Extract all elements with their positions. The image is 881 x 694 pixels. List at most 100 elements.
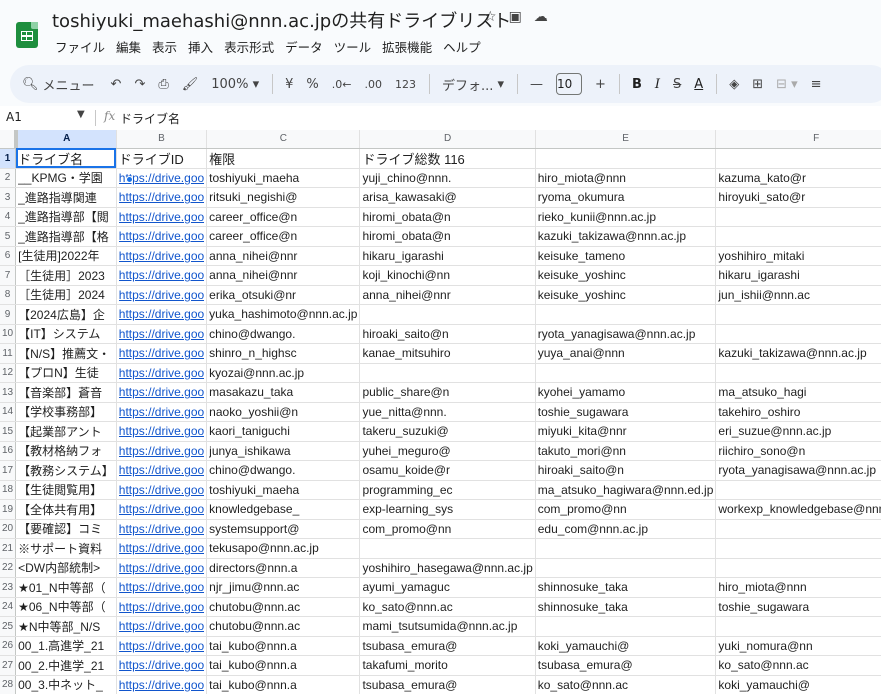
row-header[interactable]: 13 [0,382,17,403]
menu-edit[interactable]: 編集 [116,37,141,56]
row-header[interactable]: 16 [0,441,17,461]
table-cell[interactable]: anna_nihei@nnr [206,246,361,266]
row-header[interactable]: 15 [0,421,17,442]
row-header[interactable]: 27 [0,655,17,676]
table-cell[interactable] [715,538,881,559]
table-cell[interactable]: yuka_hashimoto@nnn.ac.jp [206,304,361,325]
table-cell[interactable]: ［生徒用］2023 [15,265,117,286]
row-header[interactable]: 11 [0,343,17,364]
table-cell[interactable]: public_share@n [359,382,536,403]
table-cell[interactable]: hiro_miota@nnn [535,168,717,188]
table-cell[interactable]: 【起業部アント [15,421,117,442]
table-cell[interactable] [359,538,536,559]
table-cell[interactable]: takafumi_morito [359,655,536,676]
table-cell[interactable]: https://drive.goo [116,655,208,676]
table-cell[interactable]: yuji_chino@nnn. [359,168,536,188]
row-header[interactable]: 26 [0,636,17,656]
table-cell[interactable]: jun_ishii@nnn.ac [715,285,881,305]
text-color-button[interactable]: A [694,77,703,92]
table-cell[interactable]: https://drive.goo [116,558,208,578]
table-cell[interactable]: 【教材格納フォ [15,441,117,461]
row-header[interactable]: 10 [0,324,17,344]
table-cell[interactable]: https://drive.goo [116,538,208,559]
table-cell[interactable]: ayumi_yamaguc [359,577,536,598]
borders-icon[interactable]: ⊞ [752,77,763,92]
bold-button[interactable]: B [632,77,642,92]
table-cell[interactable]: chutobu@nnn.ac [206,597,361,617]
table-cell[interactable]: 権限 [206,148,361,169]
table-cell[interactable]: knowledgebase_ [206,499,361,520]
align-icon[interactable]: ≡ [811,77,822,92]
row-header[interactable]: 9 [0,304,17,325]
table-cell[interactable] [715,226,881,247]
row-header[interactable]: 7 [0,265,17,286]
table-cell[interactable] [715,304,881,325]
row-header[interactable]: 23 [0,577,17,598]
table-cell[interactable]: com_promo@nn [535,499,717,520]
menu-insert[interactable]: 挿入 [188,37,213,56]
table-cell[interactable]: programming_ec [359,480,536,500]
table-cell[interactable]: https://drive.goo [116,226,208,247]
table-cell[interactable]: shinnosuke_taka [535,577,717,598]
table-cell[interactable]: 【要確認】コミ [15,519,117,539]
row-header[interactable]: 4 [0,207,17,227]
italic-button[interactable]: I [655,77,660,92]
table-cell[interactable]: tai_kubo@nnn.a [206,636,361,656]
table-cell[interactable]: ドライブ名 [15,148,117,169]
table-cell[interactable] [715,616,881,637]
table-cell[interactable]: tsubasa_emura@ [535,655,717,676]
table-cell[interactable]: 00_3.中ネット_ [15,675,117,694]
select-all-corner[interactable] [0,130,18,149]
table-cell[interactable]: koki_yamauchi@ [535,636,717,656]
table-cell[interactable]: koji_kinochi@nn [359,265,536,286]
decrease-font-size-button[interactable]: — [530,77,543,92]
table-cell[interactable]: ryota_yanagisawa@nnn.ac.jp [535,324,717,344]
table-cell[interactable]: hiromi_obata@n [359,207,536,227]
table-cell[interactable]: mami_tsutsumida@nnn.ac.jp [359,616,536,637]
table-cell[interactable] [359,363,536,383]
table-cell[interactable]: [生徒用]2022年 [15,246,117,266]
table-cell[interactable] [715,480,881,500]
column-header[interactable]: A [15,130,117,149]
menu-tools[interactable]: ツール [334,37,372,56]
table-cell[interactable]: yuhei_meguro@ [359,441,536,461]
table-cell[interactable]: chino@dwango. [206,324,361,344]
undo-icon[interactable]: ↶ [111,77,122,92]
table-cell[interactable]: riichiro_sono@n [715,441,881,461]
table-cell[interactable]: tekusapo@nnn.ac.jp [206,538,361,559]
currency-format-button[interactable]: ¥ [285,77,293,92]
table-cell[interactable]: 00_1.高進学_21 [15,636,117,656]
table-cell[interactable] [715,558,881,578]
menu-view[interactable]: 表示 [152,37,177,56]
table-cell[interactable]: 【IT】システム [15,324,117,344]
table-cell[interactable]: exp-learning_sys [359,499,536,520]
table-cell[interactable]: ★06_N中等部（ [15,597,117,617]
table-cell[interactable]: _進路指導部【閲 [15,207,117,227]
table-cell[interactable]: anna_nihei@nnr [206,265,361,286]
table-cell[interactable]: https://drive.goo [116,343,208,364]
table-cell[interactable]: career_office@n [206,207,361,227]
menu-format[interactable]: 表示形式 [224,37,274,56]
zoom-select[interactable]: 100% ▾ [211,77,259,92]
table-cell[interactable] [535,304,717,325]
row-header[interactable]: 8 [0,285,17,305]
table-cell[interactable]: ma_atsuko_hagiwara@nnn.ed.jp [535,480,717,500]
table-cell[interactable]: _進路指導関連 [15,187,117,208]
row-header[interactable]: 21 [0,538,17,559]
table-cell[interactable]: yoshihiro_hasegawa@nnn.ac.jp [359,558,536,578]
number-format-button[interactable]: 123 [395,78,416,91]
menu-file[interactable]: ファイル [55,37,105,56]
row-header[interactable]: 6 [0,246,17,266]
table-cell[interactable]: osamu_koide@r [359,460,536,481]
table-cell[interactable]: https://drive.goo [116,324,208,344]
row-header[interactable]: 28 [0,675,17,694]
table-cell[interactable] [535,616,717,637]
table-cell[interactable]: yue_nitta@nnn. [359,402,536,422]
document-title[interactable]: toshiyuki_maehashi@nnn.ac.jpの共有ドライブリスト [52,7,511,33]
table-cell[interactable]: https://drive.goo [116,246,208,266]
print-icon[interactable]: ⎙ [158,77,168,92]
row-header[interactable]: 17 [0,460,17,481]
table-cell[interactable]: 【学校事務部】 [15,402,117,422]
table-cell[interactable]: ドライブID [116,148,208,169]
table-cell[interactable] [715,363,881,383]
